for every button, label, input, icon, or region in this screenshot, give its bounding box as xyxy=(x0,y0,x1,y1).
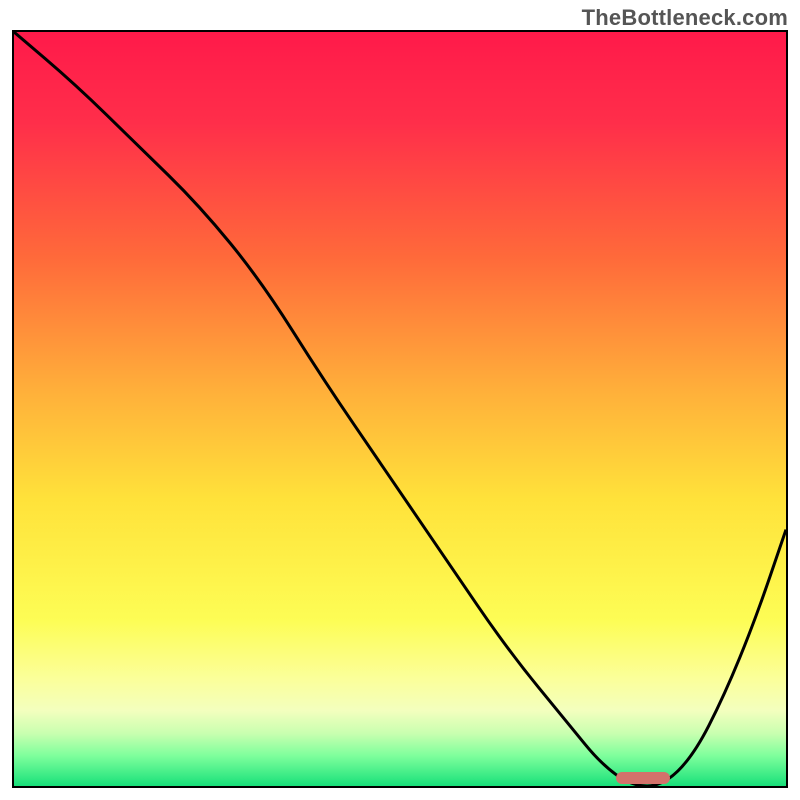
optimal-range-marker xyxy=(616,772,670,784)
bottleneck-curve xyxy=(14,32,786,786)
stage: TheBottleneck.com xyxy=(0,0,800,800)
plot-area xyxy=(12,30,788,788)
watermark-text: TheBottleneck.com xyxy=(582,5,788,31)
